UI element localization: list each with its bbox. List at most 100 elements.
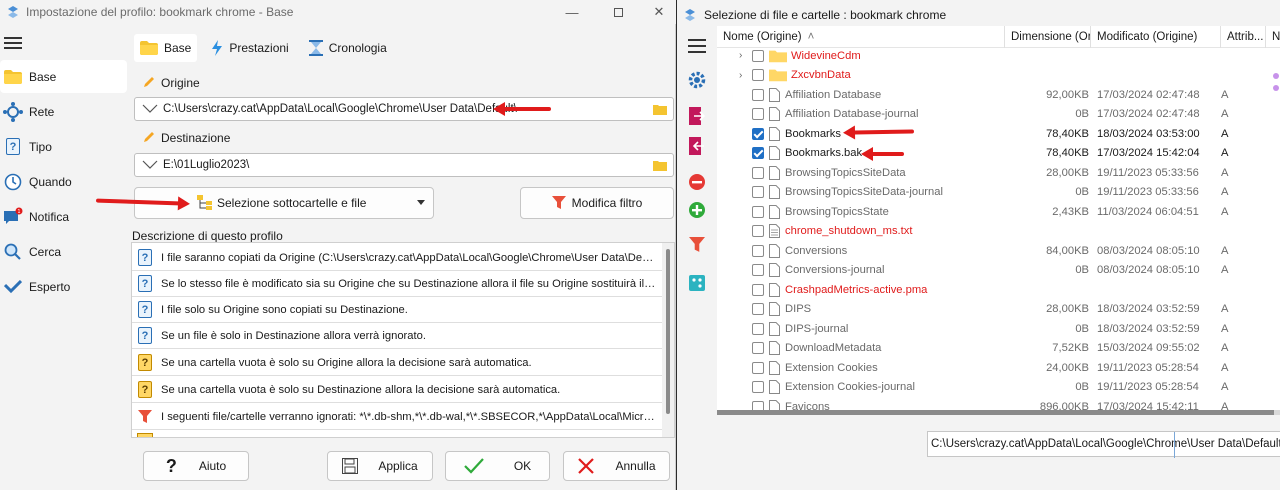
sidebar-item-label: Notifica xyxy=(29,209,70,224)
table-row[interactable]: DownloadMetadata 7,52KB 15/03/2024 09:55:0… xyxy=(717,339,1280,359)
chevron-right-icon[interactable]: › xyxy=(739,70,742,81)
select-all-icon[interactable] xyxy=(687,273,707,293)
row-checkbox[interactable] xyxy=(752,88,764,101)
row-checkbox[interactable] xyxy=(752,186,764,199)
chevron-down-icon[interactable] xyxy=(141,160,159,170)
minimize-button[interactable]: — xyxy=(557,0,587,24)
folder-browse-icon[interactable] xyxy=(653,104,667,115)
row-checkbox[interactable] xyxy=(752,342,764,355)
table-row[interactable]: BrowsingTopicsState 2,43KB 11/03/2024 06:0… xyxy=(717,202,1280,222)
origin-path-field[interactable]: C:\Users\crazy.cat\AppData\Local\Google\… xyxy=(134,97,674,121)
select-subfolders-label: Selezione sottocartelle e file xyxy=(217,196,367,210)
row-checkbox[interactable] xyxy=(752,166,764,179)
description-text: Se un file è solo in Destinazione allora… xyxy=(161,329,426,342)
row-checkbox[interactable] xyxy=(752,205,764,218)
column-header-modified[interactable]: Modificato (Origine) xyxy=(1091,26,1221,48)
destination-path-field[interactable]: E:\01Luglio2023\ xyxy=(134,153,674,177)
table-row[interactable]: Affiliation Database-journal 0B 17/03/2024… xyxy=(717,105,1280,125)
row-checkbox[interactable] xyxy=(752,147,764,160)
row-checkbox[interactable] xyxy=(752,108,764,121)
table-row[interactable]: DIPS-journal 0B 18/03/2024 03:52:59 A xyxy=(717,319,1280,339)
table-row[interactable]: Conversions-journal 0B 08/03/2024 08:05:10… xyxy=(717,261,1280,281)
tab-base[interactable]: Base xyxy=(134,34,198,62)
cross-icon xyxy=(577,457,595,475)
question-folder-icon xyxy=(137,433,153,437)
row-checkbox[interactable] xyxy=(752,264,764,277)
description-list[interactable]: ? I file saranno copiati da Origine (C:\… xyxy=(131,242,675,438)
table-row[interactable]: › WidevineCdm xyxy=(717,46,1280,66)
row-checkbox[interactable] xyxy=(752,361,764,374)
column-header-attributes[interactable]: Attrib... xyxy=(1221,26,1266,48)
row-checkbox[interactable] xyxy=(752,127,764,140)
sidebar-item-esperto[interactable]: Esperto xyxy=(0,270,127,303)
file-icon xyxy=(769,107,780,122)
path-field[interactable]: C:\Users\crazy.cat\AppData\Local\Google\… xyxy=(927,431,1280,458)
filter-icon[interactable] xyxy=(687,235,707,255)
chevron-right-icon[interactable]: › xyxy=(739,50,742,61)
tab-cronologia[interactable]: Cronologia xyxy=(303,34,393,62)
file-attributes: A xyxy=(1221,244,1229,257)
row-checkbox[interactable] xyxy=(752,303,764,316)
table-row[interactable]: Extension Cookies-journal 0B 19/11/2023 05… xyxy=(717,378,1280,398)
table-row[interactable]: Affiliation Database 92,00KB 17/03/2024 02… xyxy=(717,85,1280,105)
table-row[interactable]: › ZxcvbnData xyxy=(717,66,1280,86)
apply-button[interactable]: Applica xyxy=(327,451,433,481)
gear-icon[interactable] xyxy=(687,70,707,90)
sidebar-item-quando[interactable]: Quando xyxy=(0,165,127,198)
sidebar-item-notifica[interactable]: 1 Notifica xyxy=(0,200,127,233)
sidebar-item-rete[interactable]: Rete xyxy=(0,95,127,128)
file-attributes: A xyxy=(1221,108,1229,121)
close-button[interactable]: ✕ xyxy=(644,0,674,24)
file-icon xyxy=(769,146,780,161)
row-checkbox[interactable] xyxy=(752,283,764,296)
sidebar-item-base[interactable]: Base xyxy=(0,60,127,93)
file-icon xyxy=(769,204,780,219)
edit-filter-button[interactable]: Modifica filtro xyxy=(520,187,674,219)
horizontal-scrollbar[interactable] xyxy=(717,410,1280,415)
column-header-extra[interactable]: N xyxy=(1266,26,1280,48)
file-size: 0B xyxy=(1075,322,1089,335)
import-icon[interactable] xyxy=(687,136,707,156)
help-button[interactable]: ? Aiuto xyxy=(143,451,249,481)
menu-icon[interactable] xyxy=(4,34,22,50)
menu-icon[interactable] xyxy=(687,36,707,56)
sidebar: Base Rete ? Tipo Quando 1 Notifica Cerca… xyxy=(0,26,128,490)
scrollbar[interactable] xyxy=(662,243,674,437)
folder-browse-icon[interactable] xyxy=(653,160,667,171)
table-row[interactable]: chrome_shutdown_ms.txt xyxy=(717,222,1280,242)
row-checkbox[interactable] xyxy=(752,322,764,335)
table-row[interactable]: DIPS 28,00KB 18/03/2024 03:52:59 A xyxy=(717,300,1280,320)
table-row[interactable]: Bookmarks 78,40KB 18/03/2024 03:53:00 A xyxy=(717,124,1280,144)
table-row[interactable]: Bookmarks.bak 78,40KB 17/03/2024 15:42:04 A xyxy=(717,144,1280,164)
file-attributes: A xyxy=(1221,381,1229,394)
ok-button[interactable]: OK xyxy=(445,451,550,481)
row-checkbox[interactable] xyxy=(752,381,764,394)
column-header-size[interactable]: Dimensione (Ori... xyxy=(1005,26,1091,48)
file-modified: 19/11/2023 05:28:54 xyxy=(1097,381,1199,394)
file-name: Extension Cookies-journal xyxy=(785,381,915,394)
table-row[interactable]: CrashpadMetrics-active.pma xyxy=(717,280,1280,300)
cancel-button[interactable]: Annulla xyxy=(563,451,670,481)
add-icon[interactable] xyxy=(687,200,707,220)
export-icon[interactable] xyxy=(687,106,707,126)
row-checkbox[interactable] xyxy=(752,225,764,238)
chevron-down-icon[interactable] xyxy=(141,104,159,114)
lightning-icon xyxy=(212,40,223,56)
row-checkbox[interactable] xyxy=(752,69,764,82)
maximize-button[interactable] xyxy=(603,0,633,24)
sidebar-item-tipo[interactable]: ? Tipo xyxy=(0,130,127,163)
row-checkbox[interactable] xyxy=(752,49,764,62)
file-name: Conversions xyxy=(785,244,848,257)
table-row[interactable]: Extension Cookies 24,00KB 19/11/2023 05:28… xyxy=(717,358,1280,378)
table-row[interactable]: Favicons 896,00KB 17/03/2024 15:42:11 A xyxy=(717,397,1280,411)
ok-label: OK xyxy=(513,459,532,473)
tab-prestazioni[interactable]: Prestazioni xyxy=(205,34,294,62)
table-row[interactable]: BrowsingTopicsSiteData-journal 0B 19/11/20… xyxy=(717,183,1280,203)
remove-icon[interactable] xyxy=(687,172,707,192)
sidebar-item-cerca[interactable]: Cerca xyxy=(0,235,127,268)
row-checkbox[interactable] xyxy=(752,244,764,257)
column-header-name[interactable]: Nome (Origine) ˄ xyxy=(717,26,1005,48)
table-row[interactable]: BrowsingTopicsSiteData 28,00KB 19/11/2023 … xyxy=(717,163,1280,183)
file-table[interactable]: Nome (Origine)˄ Dimensione (Ori... Modif… xyxy=(717,26,1280,411)
table-row[interactable]: Conversions 84,00KB 08/03/2024 08:05:10 A xyxy=(717,241,1280,261)
